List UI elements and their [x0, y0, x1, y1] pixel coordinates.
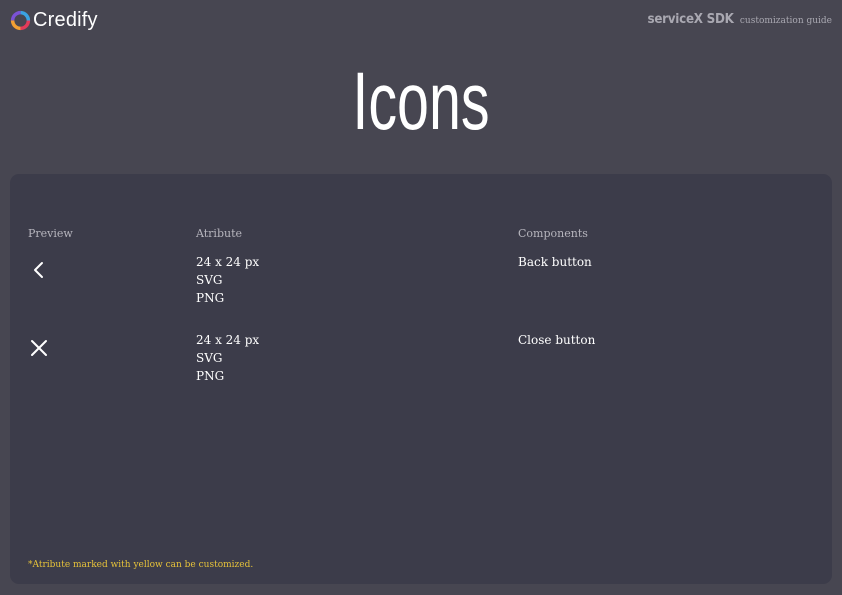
credify-logo-icon — [10, 10, 31, 30]
attribute-format-png: PNG — [196, 369, 225, 383]
page-title: Icons — [352, 56, 490, 147]
row-component: Close button — [518, 333, 596, 347]
icons-table-card: Preview Atribute Components 24 x 24 px S… — [10, 174, 832, 584]
column-header-preview: Preview — [28, 227, 73, 240]
sdk-title: serviceX SDK — [647, 12, 734, 27]
row-component: Back button — [518, 255, 592, 269]
attribute-size: 24 x 24 px — [196, 333, 260, 347]
row-attributes: 24 x 24 px SVG PNG — [196, 331, 259, 385]
column-header-attribute: Atribute — [196, 227, 243, 240]
attribute-format-svg: SVG — [196, 351, 223, 365]
brand-name: Credify — [33, 8, 98, 31]
brand-logo: Credify — [10, 8, 98, 32]
attribute-format-png: PNG — [196, 291, 225, 305]
attribute-format-svg: SVG — [196, 273, 223, 287]
column-header-components: Components — [518, 227, 588, 240]
row-attributes: 24 x 24 px SVG PNG — [196, 253, 259, 307]
document-header: serviceX SDK customization guide — [640, 12, 832, 27]
chevron-left-icon — [34, 262, 43, 278]
customization-footnote: *Atribute marked with yellow can be cust… — [28, 560, 254, 570]
attribute-size: 24 x 24 px — [196, 255, 260, 269]
close-icon — [31, 340, 47, 356]
sdk-subtitle: customization guide — [739, 16, 832, 26]
